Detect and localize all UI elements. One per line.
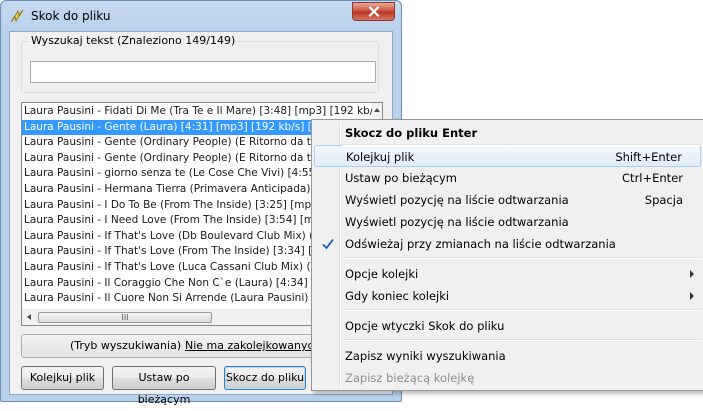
menu-separator	[342, 309, 701, 311]
menu-item-label: Opcje wtyczki Skok do pliku	[345, 319, 505, 333]
close-icon	[368, 6, 379, 17]
submenu-arrow-icon	[690, 270, 694, 278]
search-mode-status: (Tryb wyszukiwania)	[70, 339, 182, 352]
set-after-current-button[interactable]: Ustaw po bieżącym	[112, 366, 216, 406]
menu-item-label: Zapisz wyniki wyszukiwania	[345, 349, 506, 363]
search-input[interactable]	[30, 61, 376, 83]
scroll-left-arrow-icon[interactable]	[25, 313, 33, 321]
menu-item-wyswietl-pozycje-na-liscie-odtwarzania-2[interactable]: Wyświetl pozycję na liście odtwarzania	[314, 211, 701, 233]
window-title: Skok do pliku	[31, 9, 111, 23]
menu-item-shortcut: Shift+Enter	[615, 150, 682, 164]
menu-item-label: Zapisz bieżącą kolejkę	[345, 371, 475, 385]
horizontal-scroll-thumb[interactable]: III	[38, 312, 212, 323]
menu-item-shortcut: Spacja	[644, 193, 683, 207]
jump-to-file-button[interactable]: Skocz do pliku	[224, 366, 306, 390]
menu-item-label: Gdy koniec kolejki	[345, 289, 450, 303]
scroll-up-arrow-icon[interactable]	[373, 106, 381, 114]
menu-item-label: Opcje kolejki	[345, 267, 419, 281]
search-group-label: Wyszukaj tekst (Znaleziono 149/149)	[29, 34, 238, 47]
menu-item-zapisz-biezaca-kolejke: Zapisz bieżącą kolejkę	[314, 367, 701, 389]
queue-status: Nie ma zakolejkowanych p	[185, 339, 332, 352]
close-button[interactable]	[352, 2, 395, 21]
menu-item-label: Wyświetl pozycję na liście odtwarzania	[345, 193, 569, 207]
lightning-icon	[10, 9, 24, 23]
menu-item-zapisz-wyniki-wyszukiwania[interactable]: Zapisz wyniki wyszukiwania	[314, 345, 701, 367]
menu-item-label: Skocz do pliku Enter	[345, 126, 478, 140]
menu-item-ustaw-po-biezacym[interactable]: Ustaw po bieżącym Ctrl+Enter	[314, 167, 701, 189]
menu-item-odswiezaj-przy-zmianach-na-liscie-odtwarzania[interactable]: Odświeżaj przy zmianach na liście odtwar…	[314, 233, 701, 255]
context-menu: Skocz do pliku Enter Kolejkuj plik Shift+E…	[311, 119, 703, 391]
menu-item-skocz-do-pliku-enter[interactable]: Skocz do pliku Enter	[314, 122, 701, 144]
menu-item-shortcut: Ctrl+Enter	[622, 171, 683, 185]
menu-item-opcje-wtyczki-skok-do-pliku[interactable]: Opcje wtyczki Skok do pliku	[314, 315, 701, 337]
menu-item-label: Kolejkuj plik	[346, 150, 415, 164]
menu-item-wyswietl-pozycje-na-liscie-odtwarzania[interactable]: Wyświetl pozycję na liście odtwarzania Sp…	[314, 189, 701, 211]
queue-file-button[interactable]: Kolejkuj plik	[21, 366, 104, 390]
menu-separator	[342, 144, 701, 146]
menu-item-label: Wyświetl pozycję na liście odtwarzania	[345, 215, 569, 229]
menu-item-label: Odświeżaj przy zmianach na liście odtwar…	[345, 237, 616, 251]
search-group: Wyszukaj tekst (Znaleziono 149/149)	[21, 34, 379, 93]
menu-item-gdy-koniec-kolejki[interactable]: Gdy koniec kolejki	[314, 285, 701, 307]
menu-item-label: Ustaw po bieżącym	[345, 171, 458, 185]
menu-item-opcje-kolejki[interactable]: Opcje kolejki	[314, 263, 701, 285]
menu-separator	[342, 339, 701, 341]
menu-separator	[342, 257, 701, 259]
check-icon	[322, 238, 334, 250]
title-bar[interactable]: Skok do pliku	[1, 1, 401, 31]
submenu-arrow-icon	[690, 292, 694, 300]
menu-item-kolejkuj-plik[interactable]: Kolejkuj plik Shift+Enter	[314, 145, 701, 167]
list-item[interactable]: Laura Pausini - Fidati Di Me (Tra Te e I…	[22, 104, 374, 120]
